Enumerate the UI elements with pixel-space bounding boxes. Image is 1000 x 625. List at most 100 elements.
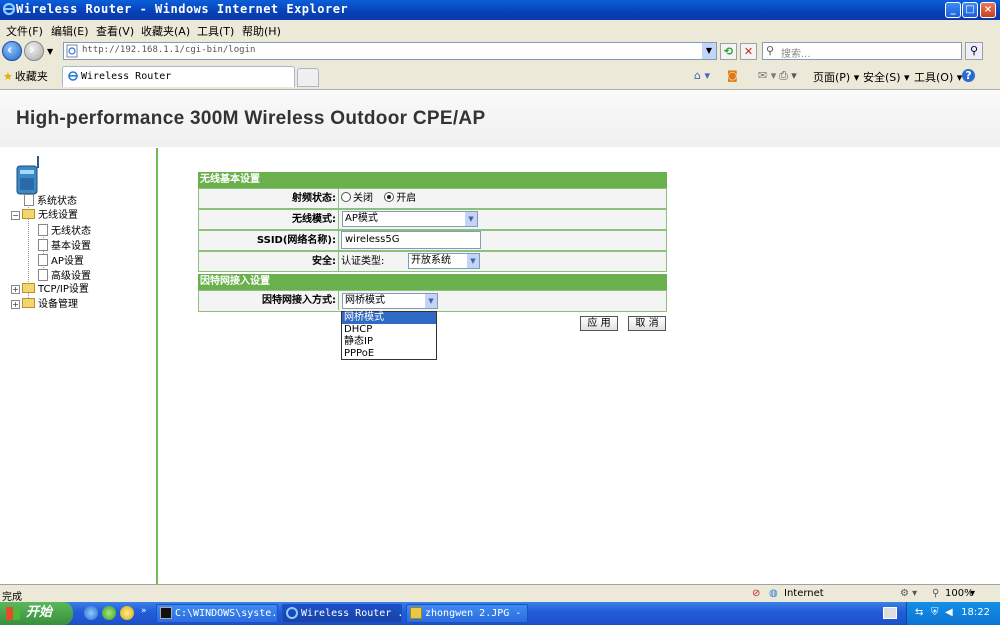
address-url[interactable]: http://192.168.1.1/cgi-bin/login xyxy=(82,45,255,55)
tab-title: Wireless Router xyxy=(81,71,172,82)
ssid-input[interactable]: wireless5G xyxy=(341,231,481,249)
quicklaunch-more-icon[interactable]: » xyxy=(141,606,147,616)
page-menu[interactable]: 页面(P) ▾ xyxy=(813,69,859,85)
page-icon xyxy=(66,44,78,58)
safety-menu[interactable]: 安全(S) ▾ xyxy=(863,69,910,85)
menu-file[interactable]: 文件(F) xyxy=(6,23,43,39)
stop-icon[interactable]: ✕ xyxy=(740,43,757,60)
tree-item-ap-settings[interactable]: AP设置 xyxy=(38,254,84,268)
internet-access-label: 因特网接入方式: xyxy=(199,291,339,310)
clock: 18:22 xyxy=(961,607,990,618)
keyboard-icon[interactable] xyxy=(883,607,897,619)
folder-icon xyxy=(22,298,35,308)
taskbar-item-image[interactable]: zhongwen 2.JPG - ... xyxy=(406,604,528,623)
radio-status-label: 射频状态: xyxy=(199,189,339,208)
document-icon xyxy=(38,224,48,236)
close-button[interactable]: × xyxy=(980,2,996,18)
internet-access-dropdown: 网桥模式 DHCP 静态IP PPPoE xyxy=(341,311,437,360)
menu-edit[interactable]: 编辑(E) xyxy=(51,23,89,39)
rss-icon[interactable]: ◙ xyxy=(727,69,738,82)
taskbar-item-ie[interactable]: Wireless Router ... xyxy=(282,604,402,623)
forward-button[interactable]: › xyxy=(24,41,44,61)
ie-icon xyxy=(286,607,298,619)
print-icon[interactable]: ⎙ ▾ xyxy=(779,69,797,83)
menu-help[interactable]: 帮助(H) xyxy=(242,23,281,39)
wireless-mode-select[interactable]: AP模式 ▼ xyxy=(342,211,478,227)
taskbar-item-cmd[interactable]: C:\WINDOWS\syste... xyxy=(156,604,278,623)
tree-item-tcpip[interactable]: + TCP/IP设置 xyxy=(11,283,89,297)
page-title: High-performance 300M Wireless Outdoor C… xyxy=(16,108,486,129)
expand-icon[interactable]: + xyxy=(11,300,20,309)
option-bridge[interactable]: 网桥模式 xyxy=(342,312,436,324)
menu-favorites[interactable]: 收藏夹(A) xyxy=(141,23,190,39)
taskbar: 开始 » C:\WINDOWS\syste... Wireless Router… xyxy=(0,602,1000,625)
image-viewer-icon xyxy=(410,607,422,619)
option-dhcp[interactable]: DHCP xyxy=(342,324,436,336)
row-radio-status: 射频状态: 关闭 开启 xyxy=(198,188,667,209)
tree-item-basic-settings[interactable]: 基本设置 xyxy=(38,239,91,253)
section-header-wireless-basic: 无线基本设置 xyxy=(198,172,667,188)
star-icon: ★ xyxy=(3,70,13,83)
tab-wireless-router[interactable]: Wireless Router xyxy=(62,66,295,87)
minimize-button[interactable]: _ xyxy=(945,2,961,18)
security-icon[interactable]: ⛨ xyxy=(931,607,939,618)
status-text: 完成 xyxy=(2,592,22,603)
quicklaunch-ie-icon[interactable] xyxy=(84,606,98,620)
row-wireless-mode: 无线模式: AP模式 ▼ xyxy=(198,209,667,230)
security-zone[interactable]: Internet xyxy=(784,588,824,599)
page-header: High-performance 300M Wireless Outdoor C… xyxy=(0,90,1000,147)
quicklaunch-app-icon[interactable] xyxy=(102,606,116,620)
ie-tab-icon xyxy=(68,71,78,81)
volume-icon[interactable]: ◀ xyxy=(945,607,953,618)
expand-icon[interactable]: + xyxy=(11,285,20,294)
address-bar[interactable]: http://192.168.1.1/cgi-bin/login ▼ xyxy=(63,42,717,60)
search-go-button[interactable]: ⚲ xyxy=(965,42,983,60)
quicklaunch-media-icon[interactable] xyxy=(120,606,134,620)
back-button[interactable]: ‹ xyxy=(2,41,22,61)
refresh-icon[interactable]: ⟲ xyxy=(720,43,737,60)
new-tab-button[interactable] xyxy=(297,68,319,87)
web-page: High-performance 300M Wireless Outdoor C… xyxy=(0,89,1000,584)
router-icon xyxy=(16,156,39,195)
start-button[interactable]: 开始 xyxy=(0,602,73,625)
history-dropdown-icon[interactable]: ▼ xyxy=(47,47,53,56)
status-bar: 完成 ⊘ ◍ Internet ⚙ ▾ ⚲ 100% ▾ xyxy=(0,584,1000,603)
zoom-dropdown-icon[interactable]: ▾ xyxy=(970,588,975,599)
radio-off-option[interactable]: 关闭 xyxy=(341,192,373,204)
maximize-button[interactable]: □ xyxy=(962,2,978,18)
help-icon[interactable]: ? xyxy=(962,69,975,82)
address-dropdown-icon[interactable]: ▼ xyxy=(702,43,716,59)
apply-button[interactable]: 应 用 xyxy=(580,316,618,331)
globe-icon: ◍ xyxy=(769,588,778,599)
tree-item-system-status[interactable]: 系统状态 xyxy=(24,194,77,208)
option-pppoe[interactable]: PPPoE xyxy=(342,348,436,360)
search-input[interactable]: ⚲ 搜索... xyxy=(762,42,962,60)
security-label: 安全: xyxy=(199,252,339,271)
network-icon[interactable]: ⇆ xyxy=(915,607,923,618)
home-icon[interactable]: ⌂ ▾ xyxy=(694,69,710,82)
protected-mode-icon[interactable]: ⚙ ▾ xyxy=(900,588,917,599)
tree-item-wireless-status[interactable]: 无线状态 xyxy=(38,224,91,238)
internet-access-select[interactable]: 网桥模式 ▼ xyxy=(342,293,438,309)
auth-type-select[interactable]: 开放系统 ▼ xyxy=(408,253,480,269)
collapse-icon[interactable]: − xyxy=(11,211,20,220)
chevron-down-icon: ▼ xyxy=(425,294,437,308)
radio-on-option[interactable]: 开启 xyxy=(384,192,416,204)
tree-item-device-management[interactable]: + 设备管理 xyxy=(11,298,78,312)
favorites-button[interactable]: ★ 收藏夹 xyxy=(3,68,48,84)
popup-blocked-icon[interactable]: ⊘ xyxy=(752,588,760,599)
cancel-button[interactable]: 取 消 xyxy=(628,316,666,331)
option-static-ip[interactable]: 静态IP xyxy=(342,336,436,348)
menu-tools[interactable]: 工具(T) xyxy=(197,23,234,39)
radio-off[interactable] xyxy=(341,192,351,202)
menu-view[interactable]: 查看(V) xyxy=(96,23,134,39)
mail-icon[interactable]: ✉ ▾ xyxy=(758,69,776,82)
system-tray: ⇆ ⛨ ◀ 18:22 xyxy=(906,602,1000,625)
forward-arrow-icon: › xyxy=(29,43,35,58)
tools-menu[interactable]: 工具(O) ▾ xyxy=(914,69,962,85)
tree-item-advanced-settings[interactable]: 高级设置 xyxy=(38,269,91,283)
zoom-icon: ⚲ xyxy=(932,588,940,599)
radio-on[interactable] xyxy=(384,192,395,202)
tree-item-wireless[interactable]: − 无线设置 xyxy=(11,209,78,223)
document-icon xyxy=(24,194,34,206)
